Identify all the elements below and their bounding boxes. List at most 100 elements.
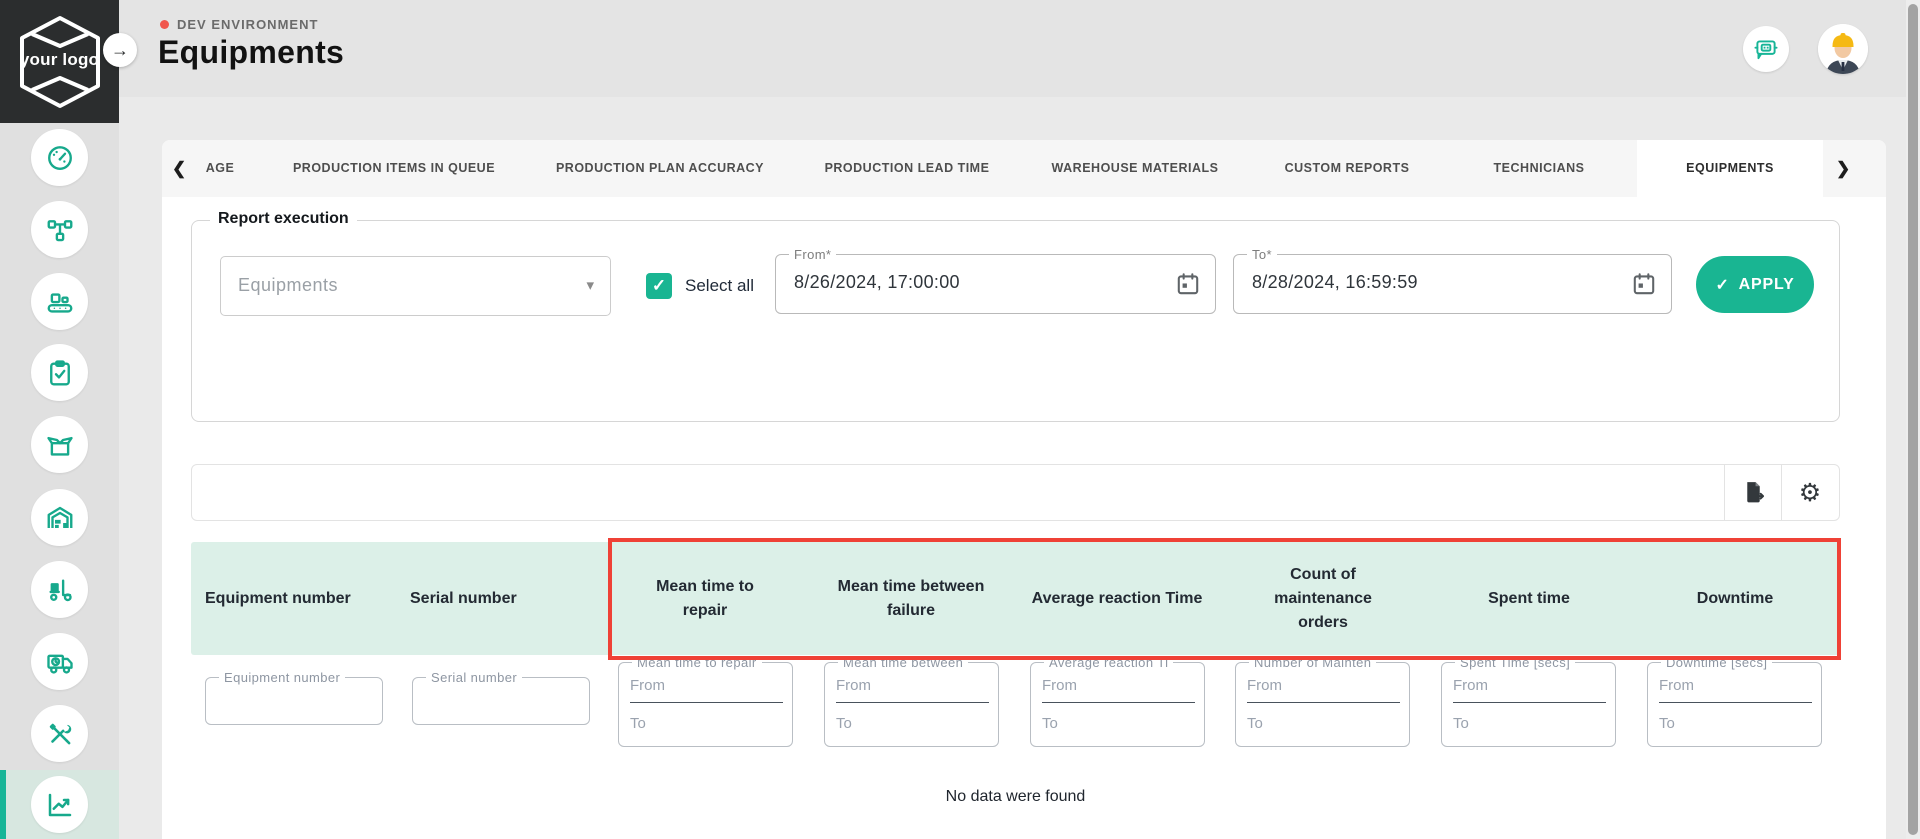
environment-badge-label: DEV ENVIRONMENT — [177, 17, 318, 32]
tabs-scroll-right-button[interactable]: ❯ — [1836, 140, 1850, 197]
environment-badge: DEV ENVIRONMENT — [160, 17, 318, 32]
equipment-number-filter[interactable]: Equipment number — [205, 677, 383, 725]
select-all-checkbox-row[interactable]: ✓ Select all — [646, 273, 754, 299]
sidebar-item-maintenance[interactable] — [0, 699, 119, 768]
sidebar-item-tasks[interactable] — [0, 338, 119, 407]
date-from-field[interactable]: From* 8/26/2024, 17:00:00 — [775, 254, 1216, 314]
downtime-from-input[interactable] — [1659, 669, 1812, 703]
scrollbar-thumb[interactable] — [1908, 4, 1918, 835]
column-header-mean-time-to-repair[interactable]: Mean time to repair — [639, 542, 771, 655]
column-header-downtime[interactable]: Downtime — [1655, 542, 1815, 655]
column-header-serial-number[interactable]: Serial number — [410, 542, 600, 655]
sidebar-navigation — [0, 97, 119, 839]
user-avatar[interactable] — [1818, 24, 1868, 74]
production-line-icon — [31, 273, 88, 330]
analytics-chart-icon — [31, 776, 88, 833]
table-toolbar: ⚙ — [191, 464, 1840, 521]
date-from-calendar-button[interactable] — [1175, 270, 1203, 298]
report-execution-fieldset: Report execution Equipments ▾ ✓ Select a… — [191, 220, 1840, 422]
report-type-value: Equipments — [238, 275, 338, 296]
range-filter-label: Mean time between — [838, 655, 968, 670]
serial-number-filter-input[interactable] — [425, 686, 575, 718]
date-from-value[interactable]: 8/26/2024, 17:00:00 — [794, 272, 960, 293]
chevron-down-icon: ▾ — [586, 276, 594, 294]
tab-technicians[interactable]: TECHNICIANS — [1494, 140, 1585, 197]
mean-time-to-repair-filter[interactable]: Mean time to repair — [618, 662, 793, 747]
apply-button-label: APPLY — [1739, 276, 1795, 294]
sidebar-item-dashboard[interactable] — [0, 123, 119, 192]
sidebar-item-warehouse[interactable] — [0, 483, 119, 552]
range-filter-label: Mean time to repair — [632, 655, 762, 670]
sidebar-item-reports[interactable] — [0, 770, 119, 839]
average-reaction-time-to-input[interactable] — [1042, 707, 1195, 739]
export-button[interactable] — [1724, 465, 1781, 520]
spent-time-from-input[interactable] — [1453, 669, 1606, 703]
report-tabs-bar: ❮ AGE PRODUCTION ITEMS IN QUEUE PRODUCTI… — [162, 140, 1886, 197]
tabs-scroll-left-button[interactable]: ❮ — [172, 140, 186, 197]
warehouse-icon — [31, 489, 88, 546]
range-filter-label: Average reaction Ti — [1044, 655, 1173, 670]
sidebar-item-production-line[interactable] — [0, 267, 119, 336]
select-all-checkbox[interactable]: ✓ — [646, 273, 672, 299]
sidebar-expand-button[interactable]: → — [103, 33, 137, 67]
date-to-value[interactable]: 8/28/2024, 16:59:59 — [1252, 272, 1418, 293]
tab-custom-reports[interactable]: CUSTOM REPORTS — [1285, 140, 1410, 197]
check-icon: ✓ — [1715, 275, 1729, 295]
clipboard-check-icon — [31, 344, 88, 401]
sidebar-item-workflow[interactable] — [0, 195, 119, 264]
column-header-average-reaction-time[interactable]: Average reaction Time — [1031, 542, 1203, 655]
tab-age[interactable]: AGE — [206, 140, 235, 197]
tab-production-items-in-queue[interactable]: PRODUCTION ITEMS IN QUEUE — [293, 140, 495, 197]
table-settings-button[interactable]: ⚙ — [1781, 465, 1838, 520]
serial-number-filter[interactable]: Serial number — [412, 677, 590, 725]
mean-time-between-failure-from-input[interactable] — [836, 669, 989, 703]
equipment-number-filter-input[interactable] — [218, 686, 368, 718]
apply-button[interactable]: ✓ APPLY — [1696, 256, 1814, 313]
environment-status-dot — [160, 20, 169, 29]
chatbot-button[interactable] — [1743, 26, 1789, 72]
top-header-bar: DEV ENVIRONMENT Equipments — [0, 0, 1920, 97]
mean-time-to-repair-from-input[interactable] — [630, 669, 783, 703]
tab-production-plan-accuracy[interactable]: PRODUCTION PLAN ACCURACY — [556, 140, 764, 197]
column-header-equipment-number[interactable]: Equipment number — [205, 542, 395, 655]
mean-time-between-failure-to-input[interactable] — [836, 707, 989, 739]
mean-time-between-failure-filter[interactable]: Mean time between — [824, 662, 999, 747]
range-filter-label: Spent Time [secs] — [1455, 655, 1575, 670]
spent-time-to-input[interactable] — [1453, 707, 1606, 739]
export-icon — [1740, 479, 1767, 506]
report-execution-legend: Report execution — [210, 210, 357, 228]
sidebar-item-forklift[interactable] — [0, 555, 119, 624]
logo-box: your logo — [0, 0, 119, 123]
column-header-spent-time[interactable]: Spent time — [1449, 542, 1609, 655]
number-of-maintenance-orders-from-input[interactable] — [1247, 669, 1400, 703]
serial-number-filter-label: Serial number — [426, 670, 522, 685]
number-of-maintenance-orders-filter[interactable]: Number of Mainten — [1235, 662, 1410, 747]
delivery-truck-icon — [31, 633, 88, 690]
arrow-right-icon: → — [111, 40, 129, 60]
page-scrollbar[interactable] — [1906, 0, 1920, 839]
tab-equipments[interactable]: EQUIPMENTS — [1686, 140, 1774, 197]
mean-time-to-repair-to-input[interactable] — [630, 707, 783, 739]
downtime-filter[interactable]: Downtime [secs] — [1647, 662, 1822, 747]
report-type-dropdown[interactable]: Equipments ▾ — [220, 256, 611, 316]
column-header-mean-time-between-failure[interactable]: Mean time between failure — [830, 542, 992, 655]
tab-production-lead-time[interactable]: PRODUCTION LEAD TIME — [825, 140, 990, 197]
date-to-calendar-button[interactable] — [1631, 270, 1659, 298]
page-title: Equipments — [158, 34, 344, 71]
sidebar-item-deliveries[interactable] — [0, 627, 119, 696]
date-from-label: From* — [789, 247, 836, 262]
calendar-icon — [1631, 271, 1657, 297]
forklift-icon — [31, 561, 88, 618]
spent-time-filter[interactable]: Spent Time [secs] — [1441, 662, 1616, 747]
average-reaction-time-filter[interactable]: Average reaction Ti — [1030, 662, 1205, 747]
average-reaction-time-from-input[interactable] — [1042, 669, 1195, 703]
logo-text: your logo — [6, 50, 113, 70]
tab-warehouse-materials[interactable]: WAREHOUSE MATERIALS — [1052, 140, 1219, 197]
downtime-to-input[interactable] — [1659, 707, 1812, 739]
date-to-field[interactable]: To* 8/28/2024, 16:59:59 — [1233, 254, 1672, 314]
number-of-maintenance-orders-to-input[interactable] — [1247, 707, 1400, 739]
sidebar-item-packages[interactable] — [0, 410, 119, 479]
equipment-number-filter-label: Equipment number — [219, 670, 345, 685]
maintenance-tools-icon — [31, 705, 88, 762]
column-header-count-of-maintenance-orders[interactable]: Count of maintenance orders — [1258, 542, 1388, 655]
